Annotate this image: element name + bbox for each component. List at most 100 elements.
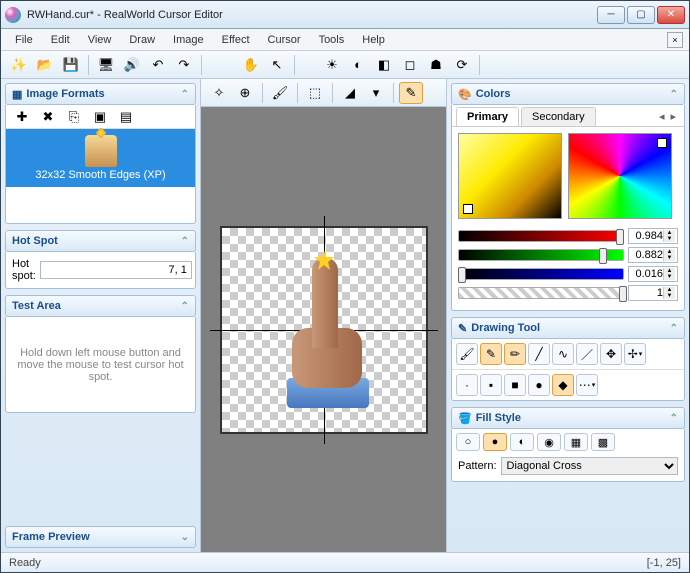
fmt-dup-icon[interactable]: ⎘ [62,106,86,128]
new-icon[interactable]: ✨ [7,54,31,76]
tab-secondary[interactable]: Secondary [521,107,596,126]
select-icon[interactable]: ⬚ [303,82,327,104]
save-icon[interactable]: 💾 [59,54,83,76]
tab-prev-icon[interactable]: ◂ [659,110,665,123]
menu-close-x[interactable]: × [667,32,683,48]
collapse-icon[interactable]: ⌃ [670,413,678,424]
target-icon[interactable]: ⊕ [233,82,257,104]
fill-texture[interactable]: ▩ [591,433,615,451]
expand-icon[interactable]: ⌄ [181,532,189,543]
size-dot[interactable]: · [456,374,478,396]
eraser-drop-icon[interactable]: ▾ [364,82,388,104]
image-formats-header[interactable]: ▦ Image Formats ⌃ [5,83,196,105]
fill-none[interactable]: ○ [456,433,480,451]
shadow-icon[interactable]: ☗ [424,54,448,76]
drawtool-header[interactable]: ✎ Drawing Tool ⌃ [451,317,685,339]
menu-draw[interactable]: Draw [121,32,163,48]
pointer-icon[interactable]: ↖ [265,54,289,76]
menu-tools[interactable]: Tools [311,32,353,48]
menu-help[interactable]: Help [354,32,393,48]
fill-pattern[interactable]: ▦ [564,433,588,451]
fmt-paste-icon[interactable]: ▤ [114,106,138,128]
rotate-icon[interactable]: ⟳ [450,54,474,76]
redo-icon[interactable]: ↷ [172,54,196,76]
close-button[interactable]: ✕ [657,6,685,24]
contrast-icon[interactable]: ◐ [346,54,370,76]
tool-move[interactable]: ✥ [600,343,622,365]
gradient-cursor[interactable] [463,204,473,214]
pattern-select[interactable]: Diagonal Cross [501,457,678,475]
tool-pencil[interactable]: ✎ [480,343,502,365]
tab-next-icon[interactable]: ▸ [670,110,676,123]
open-icon[interactable]: 📂 [33,54,57,76]
size-more[interactable]: ⋯ [576,374,598,396]
size-small[interactable]: ▪ [480,374,502,396]
brightness-icon[interactable]: ☀ [320,54,344,76]
format-list-empty[interactable] [6,187,195,223]
fillstyle-header[interactable]: 🪣 Fill Style ⌃ [451,407,685,429]
hand-icon[interactable]: ✋ [239,54,263,76]
collapse-icon[interactable]: ⌃ [181,236,189,247]
size-diamond[interactable]: ◆ [552,374,574,396]
hotspot-input[interactable] [40,261,192,279]
size-med[interactable]: ■ [504,374,526,396]
fill-rgrad[interactable]: ◉ [537,433,561,451]
format-item-selected[interactable]: 32x32 Smooth Edges (XP) [6,129,195,187]
slider-blue[interactable] [458,268,624,280]
sound-icon[interactable]: 🔊 [120,54,144,76]
wand-icon[interactable]: ✧ [207,82,231,104]
slider-alpha[interactable] [458,287,624,299]
collapse-icon[interactable]: ⌃ [670,89,678,100]
tool-curve[interactable]: ∿ [552,343,574,365]
hue-cursor[interactable] [657,138,667,148]
tool-pen[interactable]: ✏ [504,343,526,365]
value-blue[interactable]: 0.016▲▼ [628,266,678,282]
tool-line[interactable]: ╱ [528,343,550,365]
blend-icon[interactable]: ◧ [372,54,396,76]
tool-brush[interactable]: 🖌 [456,343,478,365]
fill-lgrad[interactable]: ◐ [510,433,534,451]
menu-image[interactable]: Image [165,32,212,48]
grayscale-icon[interactable]: ◻ [398,54,422,76]
editor-canvas[interactable] [220,226,428,434]
value-red[interactable]: 0.984▲▼ [628,228,678,244]
collapse-icon[interactable]: ⌃ [670,323,678,334]
collapse-icon[interactable]: ⌃ [181,89,189,100]
menu-file[interactable]: File [7,32,41,48]
collapse-icon[interactable]: ⌃ [181,301,189,312]
spin-down[interactable]: ▼ [663,293,675,299]
undo-icon[interactable]: ↶ [146,54,170,76]
eraser-icon[interactable]: ◢ [338,82,362,104]
tab-primary[interactable]: Primary [456,107,519,126]
minimize-button[interactable]: ─ [597,6,625,24]
fill-solid[interactable]: ● [483,433,507,451]
spin-down[interactable]: ▼ [663,236,675,242]
menu-cursor[interactable]: Cursor [260,32,309,48]
pencil-icon[interactable]: ✎ [399,82,423,104]
menu-edit[interactable]: Edit [43,32,78,48]
test-area[interactable]: Hold down left mouse button and move the… [5,317,196,413]
test-icon[interactable]: 🖥 [94,54,118,76]
color-hue-picker[interactable] [568,133,672,219]
value-green[interactable]: 0.882▲▼ [628,247,678,263]
hotspot-header[interactable]: Hot Spot ⌃ [5,230,196,252]
spin-down[interactable]: ▼ [663,274,675,280]
menu-view[interactable]: View [80,32,120,48]
maximize-button[interactable]: ▢ [627,6,655,24]
fmt-del-icon[interactable]: ✖ [36,106,60,128]
tool-move-drop[interactable]: ✢ [624,343,646,365]
fmt-add-icon[interactable]: ✚ [10,106,34,128]
fmt-copy-icon[interactable]: ▣ [88,106,112,128]
framepreview-header[interactable]: Frame Preview ⌄ [5,526,196,548]
tool-line2[interactable]: ／ [576,343,598,365]
menu-effect[interactable]: Effect [214,32,258,48]
slider-red[interactable] [458,230,624,242]
color-gradient-picker[interactable] [458,133,562,219]
value-alpha[interactable]: 1▲▼ [628,285,678,301]
spin-down[interactable]: ▼ [663,255,675,261]
slider-green[interactable] [458,249,624,261]
colors-header[interactable]: 🎨 Colors ⌃ [451,83,685,105]
testarea-header[interactable]: Test Area ⌃ [5,295,196,317]
size-round[interactable]: ● [528,374,550,396]
brush-icon[interactable]: 🖌 [268,82,292,104]
